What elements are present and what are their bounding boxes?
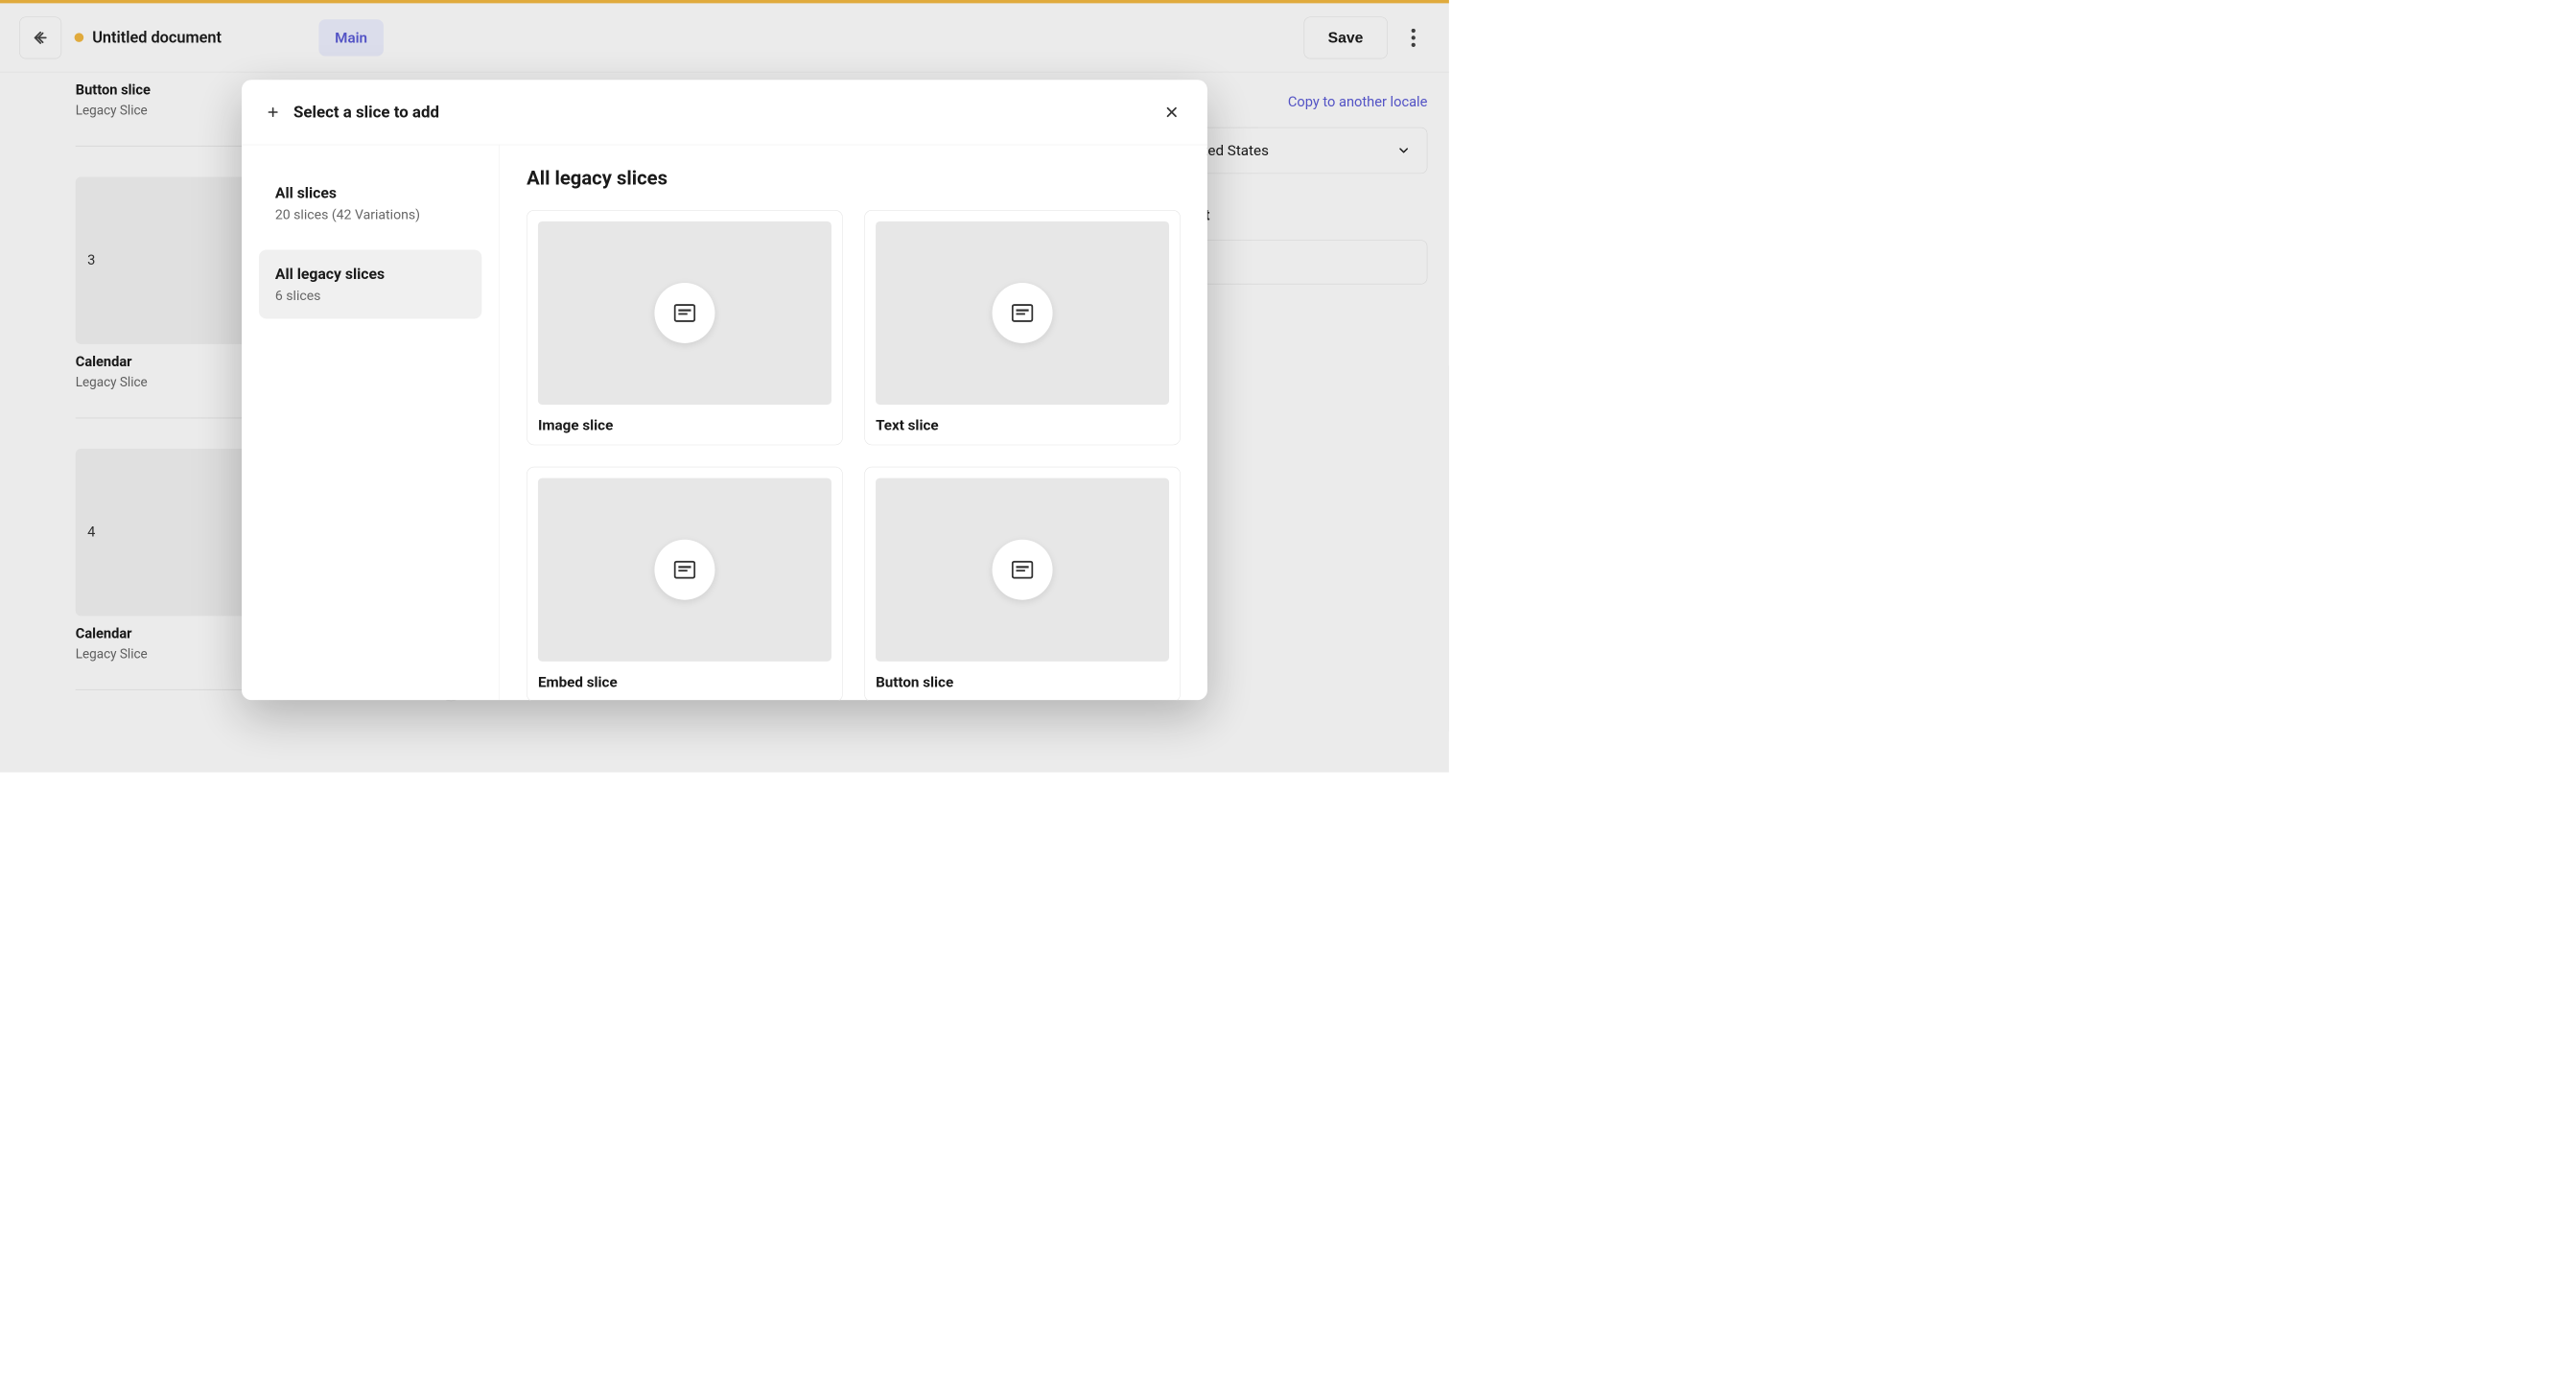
- modal-overlay[interactable]: Select a slice to add All slices 20 slic…: [0, 0, 1449, 773]
- slice-card-button[interactable]: Button slice: [864, 467, 1181, 701]
- category-legacy-slices[interactable]: All legacy slices 6 slices: [259, 249, 481, 318]
- category-subtitle: 6 slices: [275, 288, 466, 303]
- category-all-slices[interactable]: All slices 20 slices (42 Variations): [259, 169, 481, 238]
- plus-icon: [265, 104, 282, 121]
- card-thumbnail: [538, 221, 831, 405]
- modal-category-list: All slices 20 slices (42 Variations) All…: [242, 145, 500, 700]
- card-label: Embed slice: [538, 673, 831, 690]
- modal-heading: All legacy slices: [527, 167, 1181, 190]
- slice-card-embed[interactable]: Embed slice: [527, 467, 843, 701]
- modal-header: Select a slice to add: [242, 80, 1207, 145]
- card-label: Button slice: [876, 673, 1169, 690]
- slice-picker-modal: Select a slice to add All slices 20 slic…: [242, 80, 1207, 700]
- card-thumbnail: [876, 477, 1169, 661]
- close-icon: [1163, 105, 1180, 121]
- slice-icon: [674, 304, 696, 322]
- slice-card-image[interactable]: Image slice: [527, 210, 843, 445]
- close-button[interactable]: [1159, 100, 1184, 126]
- card-thumbnail: [538, 477, 831, 661]
- modal-title: Select a slice to add: [293, 103, 1159, 122]
- slice-card-text[interactable]: Text slice: [864, 210, 1181, 445]
- category-subtitle: 20 slices (42 Variations): [275, 207, 466, 222]
- card-label: Image slice: [538, 416, 831, 433]
- slice-icon: [1012, 304, 1034, 322]
- category-title: All slices: [275, 184, 466, 202]
- slice-icon: [1012, 560, 1034, 578]
- modal-card-grid: All legacy slices Image slice: [500, 145, 1207, 700]
- slice-icon: [674, 560, 696, 578]
- card-thumbnail: [876, 221, 1169, 405]
- category-title: All legacy slices: [275, 265, 466, 283]
- card-label: Text slice: [876, 416, 1169, 433]
